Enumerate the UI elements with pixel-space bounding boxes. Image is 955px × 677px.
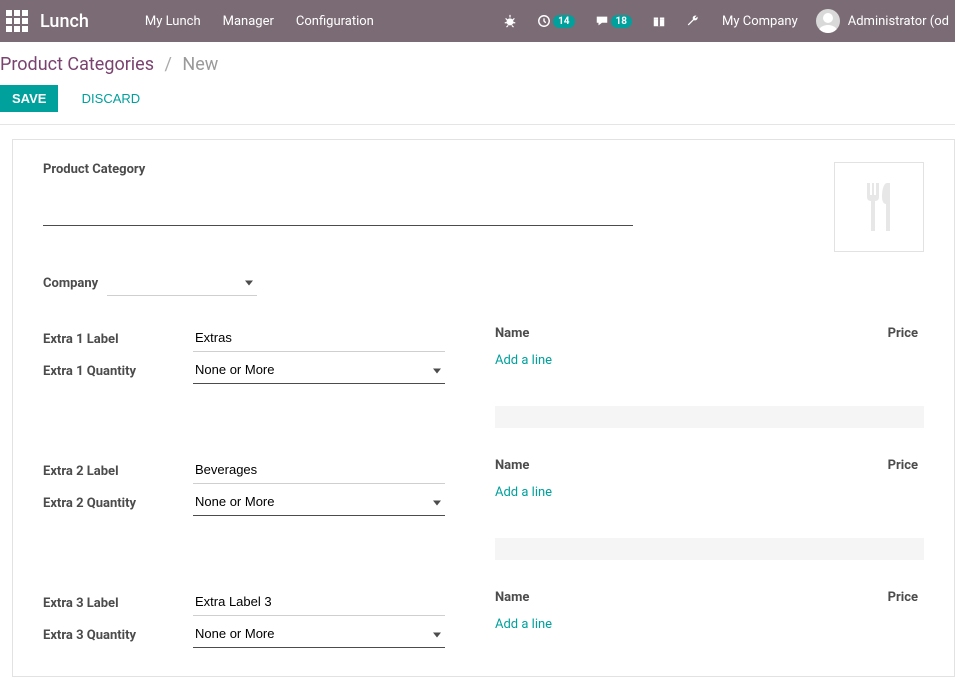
extra1-label-input[interactable] [193,326,445,352]
wrench-icon[interactable] [686,14,700,28]
col-name: Name [495,458,704,481]
extra1-label-caption: Extra 1 Label [43,332,193,347]
user-name: Administrator (od [848,14,949,29]
save-button[interactable]: SAVE [0,85,58,112]
breadcrumb: Product Categories / New [0,54,955,85]
extra1-add-line[interactable]: Add a line [495,353,552,368]
breadcrumb-sep: / [165,54,172,75]
extra3-add-line[interactable]: Add a line [495,617,552,632]
clock-badge: 14 [553,15,574,28]
extra2-label-caption: Extra 2 Label [43,464,193,479]
user-menu[interactable]: Administrator (od [816,9,949,33]
extra3-label-caption: Extra 3 Label [43,596,193,611]
extra1-qty-caption: Extra 1 Quantity [43,364,193,379]
app-brand[interactable]: Lunch [40,11,89,32]
breadcrumb-parent[interactable]: Product Categories [0,54,154,75]
category-image-picker[interactable] [834,162,924,252]
gift-icon[interactable] [652,14,666,28]
nav-manager[interactable]: Manager [223,14,274,29]
extra2-label-input[interactable] [193,458,445,484]
col-name: Name [495,326,704,349]
bug-icon[interactable] [503,14,517,28]
extra2-qty-select[interactable]: None or More [193,490,445,516]
extra3-label-input[interactable] [193,590,445,616]
extra2-qty-caption: Extra 2 Quantity [43,496,193,511]
cutlery-icon [857,181,901,233]
nav-configuration[interactable]: Configuration [296,14,374,29]
chat-badge: 18 [611,15,632,28]
discard-button[interactable]: DISCARD [70,85,153,112]
apps-grid-icon[interactable] [6,10,28,32]
navbar: Lunch My Lunch Manager Configuration 14 … [0,0,955,42]
company-label: Company [43,276,107,291]
company-select[interactable] [107,270,257,296]
extra3-table: Name Price Add a line [495,590,924,636]
control-bar: Product Categories / New SAVE DISCARD [0,42,955,125]
clock-icon[interactable]: 14 [537,14,574,28]
extra2-table: Name Price Add a line [495,458,924,560]
extra3-qty-caption: Extra 3 Quantity [43,628,193,643]
extra1-table: Name Price Add a line [495,326,924,428]
col-price: Price [704,458,924,481]
product-category-label: Product Category [43,162,794,177]
nav-my-lunch[interactable]: My Lunch [145,14,201,29]
form-sheet: Product Category Company Ext [12,139,955,677]
company-switcher[interactable]: My Company [722,14,798,29]
breadcrumb-current: New [182,54,218,75]
extra1-qty-select[interactable]: None or More [193,358,445,384]
col-price: Price [704,326,924,349]
avatar-icon [816,9,840,33]
chat-icon[interactable]: 18 [595,14,632,28]
product-category-input[interactable] [43,183,633,226]
extra2-add-line[interactable]: Add a line [495,485,552,500]
extra3-qty-select[interactable]: None or More [193,622,445,648]
